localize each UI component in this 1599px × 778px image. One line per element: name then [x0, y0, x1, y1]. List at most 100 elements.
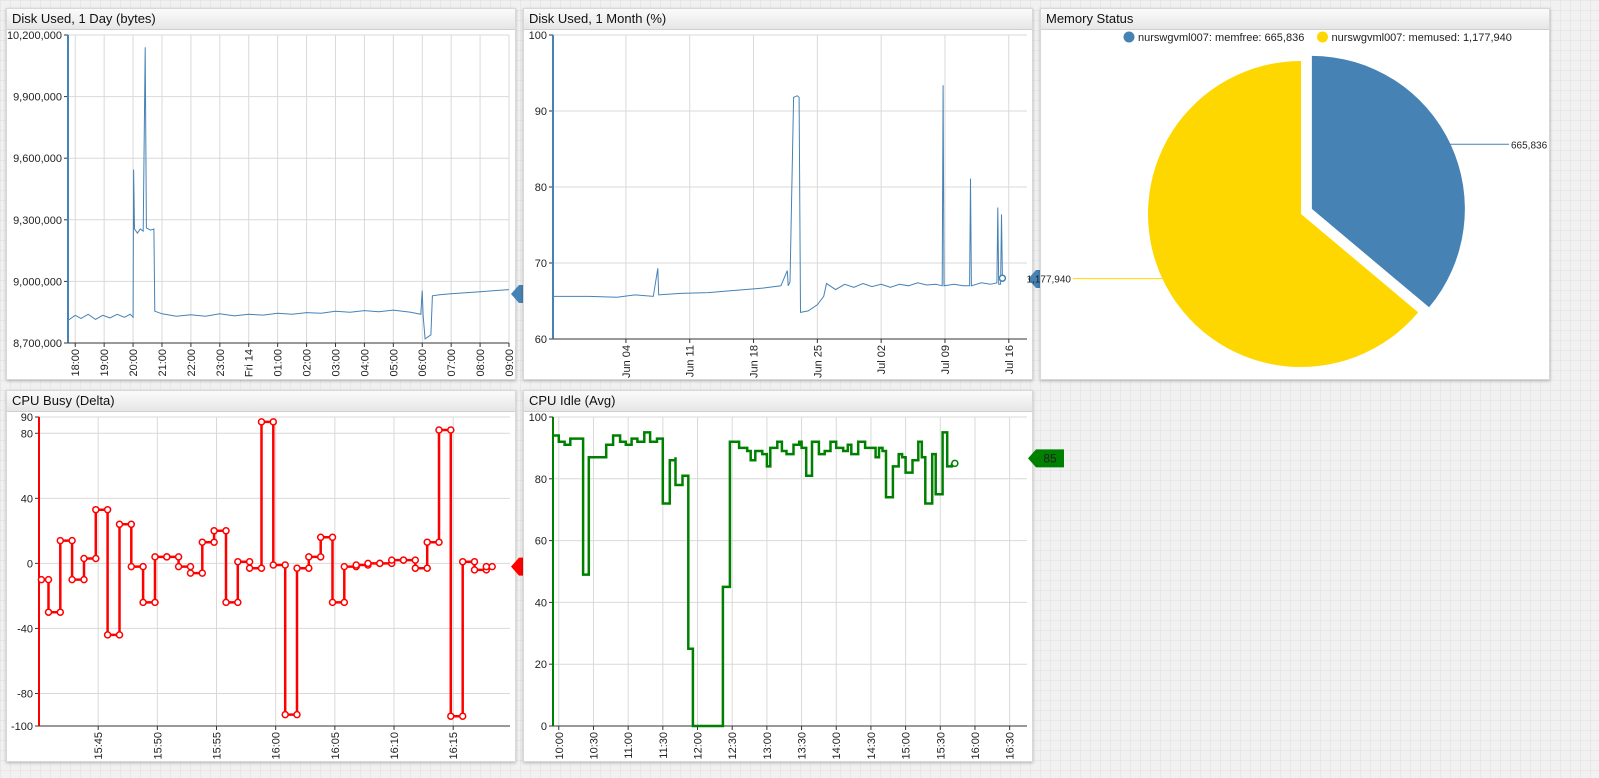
data-point-marker — [435, 426, 443, 434]
y-tick-label: 40 — [535, 597, 547, 609]
cpu-idle-chart[interactable]: 10:00 10:30 11:00 11:30 12:00 12:30 13:00 13:30… — [524, 391, 1064, 761]
cpu-busy-chart[interactable]: 15:45 15:50 15:55 16:00 16:05 16:10 16:15 -100 -… — [7, 391, 547, 761]
x-tick-label: 20:00 — [128, 349, 140, 377]
x-tick-label: 15:00 — [901, 732, 913, 760]
y-tick-label: 0 — [27, 558, 33, 570]
x-tick-label: 18:00 — [70, 349, 82, 377]
data-point-marker — [151, 553, 159, 561]
data-point-marker — [257, 564, 266, 572]
y-tick-label: 100 — [529, 30, 547, 42]
y-tick-label: -40 — [17, 623, 33, 635]
data-point-marker — [340, 562, 349, 571]
y-tick-label: 100 — [529, 412, 547, 424]
x-tick-label: 14:30 — [866, 732, 878, 760]
disk-used-day-chart[interactable]: 18:00 19:00 20:00 21:00 22:00 23:00 Fri 14 01:0… — [7, 9, 596, 379]
legend-entry: nurswgvml007: memfree: 665,836 — [1138, 32, 1304, 44]
y-tick-label: 90 — [535, 106, 547, 118]
y-tick-label: 90 — [21, 412, 33, 424]
legend-swatch — [1123, 31, 1135, 43]
data-point-marker — [423, 538, 431, 546]
data-point-marker — [482, 562, 491, 571]
legend-swatch — [1317, 31, 1328, 43]
x-tick-label: 11:30 — [658, 732, 670, 759]
x-tick-label: 10:30 — [588, 732, 600, 760]
x-tick-label: 01:00 — [273, 349, 285, 377]
data-point-marker — [103, 505, 112, 514]
y-tick-label: 80 — [535, 182, 547, 194]
series-line-disk-used-percent — [553, 85, 1003, 314]
data-point-marker — [328, 598, 337, 607]
x-tick-label: Jun 11 — [685, 345, 697, 377]
x-tick-label: 13:00 — [762, 732, 774, 760]
data-point-marker — [376, 559, 384, 568]
x-tick-label: 16:05 — [330, 732, 342, 760]
legend-entry: nurswgvml007: memused: 1,177,940 — [1332, 32, 1512, 44]
data-point-marker — [210, 538, 218, 546]
data-point-marker — [281, 561, 289, 569]
data-point-marker — [234, 557, 242, 566]
data-point-marker — [174, 562, 183, 571]
data-point-marker — [316, 533, 325, 542]
x-tick-label: 14:00 — [831, 732, 843, 760]
y-tick-label: 20 — [535, 659, 547, 671]
data-point-marker — [257, 418, 266, 426]
y-tick-label: 9,900,000 — [13, 92, 62, 104]
data-point-marker — [210, 527, 218, 535]
data-point-marker — [68, 536, 76, 545]
x-tick-label: 15:45 — [93, 732, 105, 760]
data-point-marker — [139, 562, 147, 571]
data-point-marker — [411, 556, 420, 564]
y-tick-label: 8,700,000 — [13, 338, 62, 350]
data-point-marker — [269, 561, 278, 569]
x-tick-label: 02:00 — [302, 349, 314, 377]
x-tick-label: Jun 25 — [812, 345, 824, 378]
x-tick-label: 06:00 — [417, 349, 429, 377]
data-point-marker — [68, 575, 76, 584]
x-tick-label: 13:30 — [797, 732, 809, 760]
data-point-marker — [56, 536, 65, 545]
data-point-marker — [186, 562, 195, 571]
data-point-marker — [245, 557, 254, 566]
x-tick-label: 16:15 — [448, 732, 460, 760]
slice-value-label: 665,836 — [1511, 140, 1548, 151]
widget-cpu-idle: CPU Idle (Avg) 10:00 10:30 11:00 11:30 12:00… — [523, 390, 1064, 762]
y-tick-label: 9,300,000 — [13, 215, 62, 227]
data-point-marker — [151, 598, 159, 607]
slice-value-label: 1,177,940 — [1027, 275, 1072, 286]
data-point-marker — [364, 559, 372, 568]
data-point-marker — [281, 710, 289, 719]
data-point-marker — [488, 562, 496, 571]
data-point-marker — [127, 562, 136, 571]
x-tick-label: 11:00 — [623, 732, 635, 759]
memory-status-pie-chart[interactable]: nurswgvml007: memfree: 665,836 nurswgvml0… — [1027, 9, 1549, 379]
data-point-marker — [37, 575, 46, 584]
data-point-marker — [163, 553, 171, 561]
data-point-marker — [186, 569, 195, 577]
data-point-marker — [198, 569, 207, 577]
y-tick-label: 9,600,000 — [13, 153, 62, 165]
data-point-marker — [103, 631, 112, 639]
x-tick-label: 21:00 — [157, 349, 169, 377]
data-point-marker — [80, 554, 88, 563]
data-point-marker — [423, 564, 431, 572]
x-tick-label: 16:00 — [271, 732, 283, 760]
disk-used-month-chart[interactable]: Jun 04 Jun 11 Jun 18 Jun 25 Jul 02 Jul 09 Jul … — [524, 9, 1064, 379]
last-point-marker — [998, 274, 1007, 282]
data-point-marker — [387, 556, 396, 564]
data-point-marker — [115, 631, 124, 639]
x-tick-label: 15:50 — [152, 732, 164, 760]
x-tick-label: 19:00 — [99, 349, 111, 377]
x-tick-label: 16:30 — [1005, 732, 1017, 760]
y-tick-label: 80 — [535, 474, 547, 486]
y-tick-label: -80 — [17, 688, 33, 700]
data-point-marker — [44, 575, 53, 584]
data-point-marker — [447, 712, 455, 720]
x-tick-label: 16:00 — [970, 732, 982, 760]
x-tick-label: 08:00 — [475, 349, 487, 377]
widget-disk-used-month: Disk Used, 1 Month (%) Jun 04 Jun 11 Jun 1… — [523, 8, 1064, 380]
y-tick-label: 40 — [21, 493, 33, 505]
x-tick-label: Jul 02 — [876, 345, 888, 374]
series-line-cpu-idle — [553, 431, 954, 728]
data-point-marker — [198, 538, 207, 546]
last-value-badge-label: 85 — [1043, 451, 1057, 465]
